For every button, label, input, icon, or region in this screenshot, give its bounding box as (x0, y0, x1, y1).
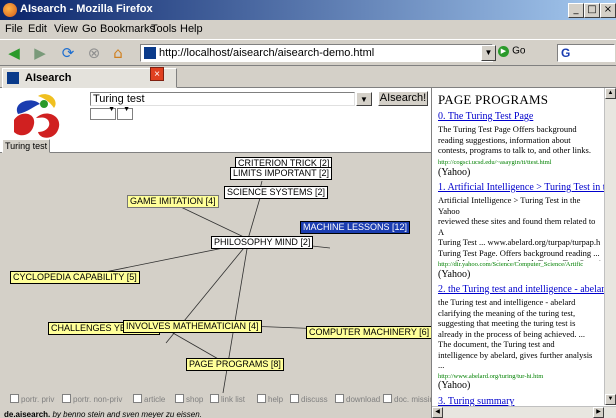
menu-tools[interactable]: Tools (151, 23, 177, 35)
menu-file[interactable]: File (5, 23, 23, 35)
result-link[interactable]: 0. The Turing Test Page (438, 111, 533, 122)
minimize-button[interactable]: _ (568, 3, 584, 18)
checkbox-icon (290, 394, 299, 403)
checkbox-icon (175, 394, 184, 403)
legend-portr-priv[interactable]: portr. priv (10, 394, 54, 404)
graph-node[interactable]: COMPUTER MACHINERY [6] (306, 326, 431, 339)
query-dropdown-button[interactable]: ▼ (356, 92, 372, 106)
scroll-right-icon[interactable]: ▶ (593, 407, 604, 418)
legend-help[interactable]: help (257, 394, 283, 404)
checkbox-icon (383, 394, 392, 403)
results-vertical-scrollbar[interactable]: ▲ ▼ (604, 88, 616, 405)
checkbox-icon (10, 394, 19, 403)
checkbox-icon (257, 394, 266, 403)
legend-article[interactable]: article (133, 394, 165, 404)
navigation-toolbar: ◀ ▶ ⟳ ⊗ ⌂ http://localhost/aisearch/aise… (0, 39, 616, 66)
graph-node[interactable]: PHILOSOPHY MIND [2] (211, 236, 314, 249)
reload-icon[interactable]: ⟳ (58, 44, 78, 62)
credit-line: de.aisearch. by benno stein and sven mey… (4, 410, 202, 418)
close-button[interactable]: × (600, 3, 616, 18)
results-title: PAGE PROGRAMS (438, 92, 549, 107)
scroll-down-icon[interactable]: ▼ (605, 394, 616, 405)
window-title-bar[interactable]: AIsearch - Mozilla Firefox _ □ × (0, 0, 616, 20)
graph-node-selected[interactable]: MACHINE LESSONS [12] (300, 221, 411, 234)
forward-icon[interactable]: ▶ (30, 44, 50, 62)
aisearch-app-pane: ▼ AIsearch! ▼ ▼ Turing test CRITERION TR… (0, 88, 432, 418)
option-select-2[interactable]: ▼ (117, 106, 133, 120)
result-url: http://dir.yahoo.com/Science/Computer_Sc… (438, 261, 584, 268)
graph-node[interactable]: LIMITS IMPORTANT [2] (230, 167, 333, 180)
graph-edge (165, 328, 221, 361)
result-snippet: the Turing test and intelligence - abela… (438, 297, 593, 370)
tab-label: AIsearch (25, 72, 72, 84)
result-url: http://cogsci.ucsd.edu/~asaygin/tt/ttest… (438, 159, 552, 166)
back-icon[interactable]: ◀ (4, 44, 24, 62)
checkbox-icon (133, 394, 142, 403)
go-label: Go (512, 45, 526, 57)
scroll-left-icon[interactable]: ◀ (432, 407, 443, 418)
menu-edit[interactable]: Edit (28, 23, 47, 35)
result-snippet: Artificial Intelligence > Turing Test in… (438, 195, 601, 261)
checkbox-icon (335, 394, 344, 403)
query-input[interactable] (90, 92, 355, 106)
menu-bookmarks[interactable]: Bookmarks (100, 23, 155, 35)
document-type-legend: portr. priv portr. non-priv article shop… (10, 394, 431, 408)
graph-node[interactable]: SCIENCE SYSTEMS [2] (224, 186, 329, 199)
legend-download[interactable]: download (335, 394, 380, 404)
go-button[interactable]: ▶ Go (498, 45, 525, 57)
checkbox-icon (62, 394, 71, 403)
result-snippet: The Turing Test Page Offers background r… (438, 124, 591, 155)
legend-link-list[interactable]: link list (210, 394, 245, 404)
menu-help[interactable]: Help (180, 23, 203, 35)
credit-authors: by benno stein and sven meyer zu eissen. (50, 410, 202, 418)
site-favicon-icon (144, 47, 156, 59)
result-source: (Yahoo) (438, 167, 471, 178)
checkbox-icon (210, 394, 219, 403)
credit-brand: de.aisearch. (4, 410, 51, 418)
aisearch-logo (14, 94, 60, 138)
tab-bar: AIsearch (0, 66, 616, 88)
go-icon: ▶ (498, 45, 509, 57)
result-link[interactable]: 2. the Turing test and intelligence - ab… (438, 284, 610, 295)
graph-node[interactable]: GAME IMITATION [4] (127, 195, 219, 208)
scroll-up-icon[interactable]: ▲ (605, 88, 616, 99)
aisearch-button[interactable]: AIsearch! (378, 91, 428, 106)
google-search-icon: G (561, 46, 571, 60)
tab-favicon-icon (7, 72, 19, 84)
legend-doc-missing[interactable]: doc. missing (383, 394, 431, 404)
maximize-button[interactable]: □ (584, 3, 600, 18)
results-horizontal-scrollbar[interactable]: ◀ ▶ (432, 406, 616, 418)
option-select-1[interactable]: ▼ (90, 106, 116, 120)
graph-node[interactable]: INVOLVES MATHEMATICIAN [4] (123, 320, 262, 333)
url-text: http://localhost/aisearch/aisearch-demo.… (159, 47, 375, 59)
graph-node[interactable]: PAGE PROGRAMS [8] (186, 358, 284, 371)
result-source: (Yahoo) (438, 380, 471, 391)
result-url: http://www.abelard.org/turing/tur-hi.htm (438, 373, 544, 380)
result-source: (Yahoo) (438, 269, 471, 280)
graph-edge (247, 197, 261, 240)
result-link[interactable]: 1. Artificial Intelligence > Turing Test… (438, 182, 616, 193)
home-icon[interactable]: ⌂ (108, 44, 128, 62)
graph-node[interactable]: CYCLOPEDIA CAPABILITY [5] (10, 271, 140, 284)
query-tab[interactable]: Turing test (2, 139, 50, 153)
url-bar[interactable]: http://localhost/aisearch/aisearch-demo.… (140, 44, 493, 62)
window-title: AIsearch - Mozilla Firefox (20, 3, 153, 15)
firefox-icon (3, 3, 17, 17)
menu-view[interactable]: View (54, 23, 78, 35)
results-pane: PAGE PROGRAMS 0. The Turing Test Page Th… (432, 88, 616, 418)
close-tab-button[interactable]: × (150, 67, 164, 81)
stop-icon[interactable]: ⊗ (84, 44, 104, 62)
menu-bar: File Edit View Go Bookmarks Tools Help (0, 20, 616, 39)
search-input[interactable]: G (557, 44, 615, 62)
url-dropdown-button[interactable]: ▼ (481, 45, 496, 61)
legend-portr-non-priv[interactable]: portr. non-priv (62, 394, 122, 404)
legend-shop[interactable]: shop (175, 394, 203, 404)
menu-go[interactable]: Go (82, 23, 97, 35)
legend-discuss[interactable]: discuss (290, 394, 328, 404)
